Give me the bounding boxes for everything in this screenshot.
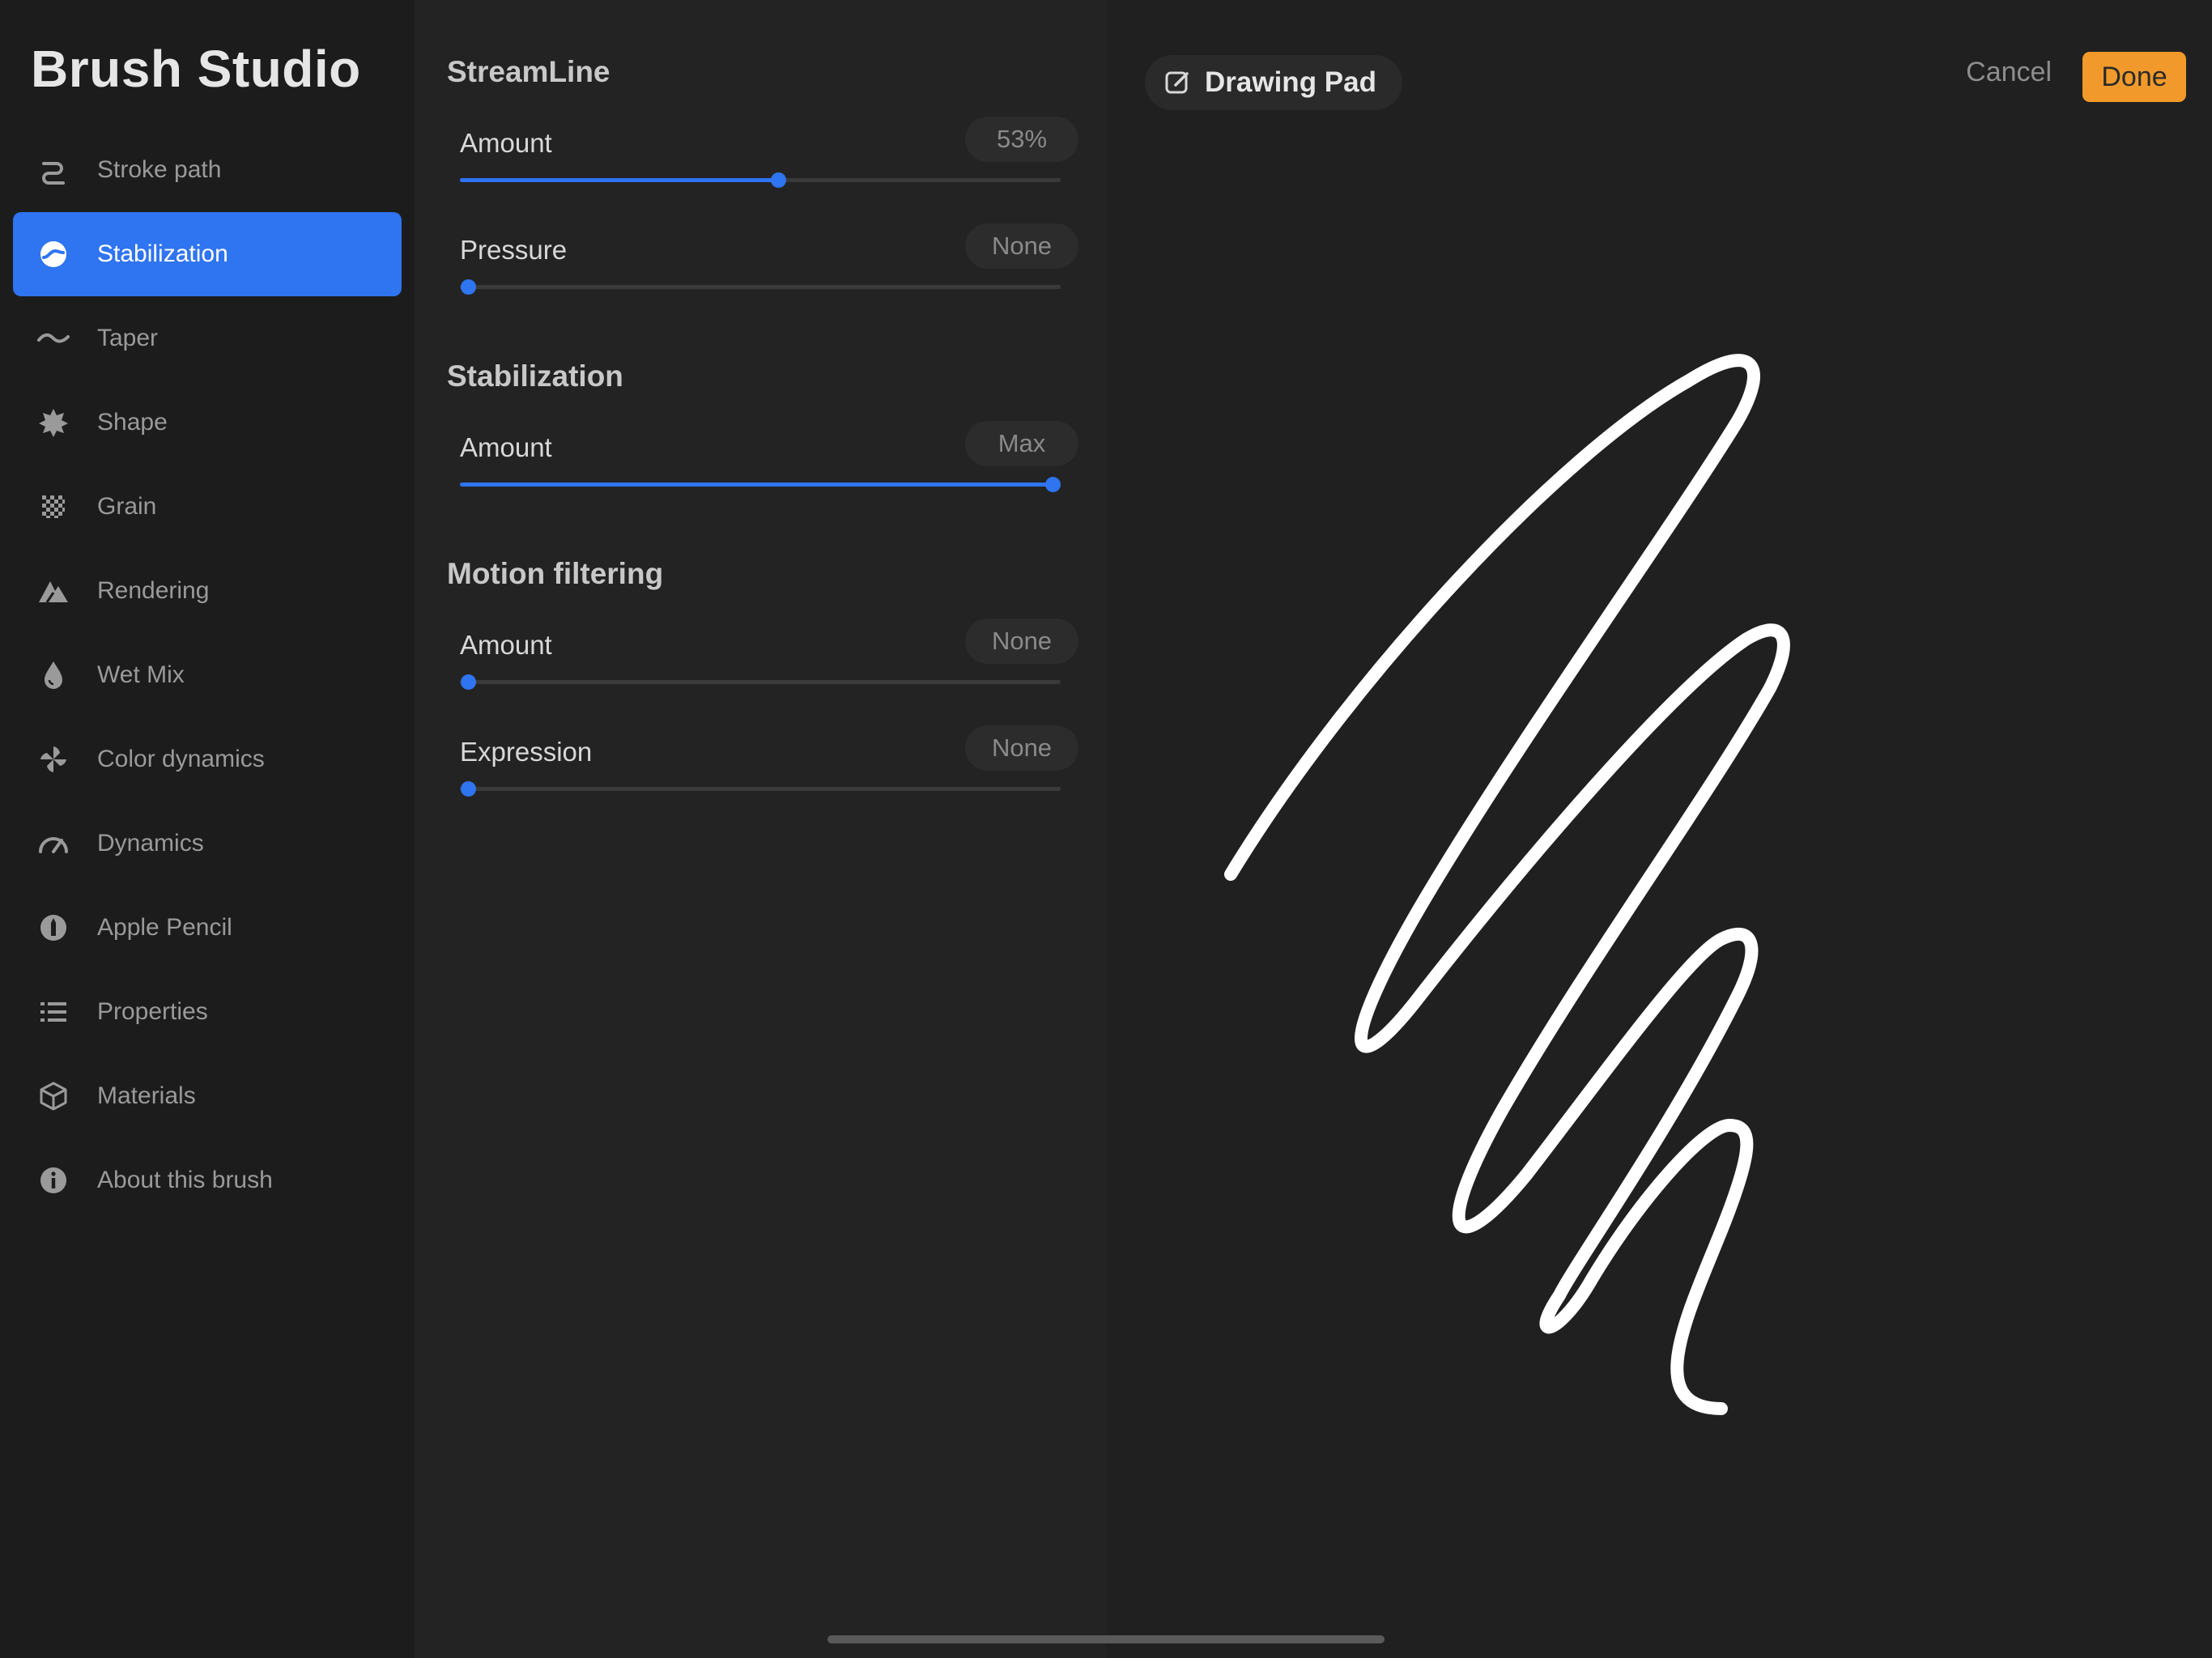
wet-mix-icon [37, 659, 70, 691]
stabilization-amount-slider[interactable] [460, 477, 1061, 492]
motion-expression-slider[interactable] [460, 781, 1061, 797]
value-pill[interactable]: 53% [965, 117, 1078, 162]
sidebar-item-stroke-path[interactable]: Stroke path [13, 128, 402, 212]
slider-knob[interactable] [1045, 477, 1061, 492]
setting-label: Pressure [460, 235, 568, 265]
sidebar-item-label: Apple Pencil [97, 914, 232, 941]
sidebar-item-label: Dynamics [97, 830, 204, 857]
sidebar-item-apple-pencil[interactable]: Apple Pencil [13, 886, 402, 970]
app-title: Brush Studio [31, 40, 361, 98]
info-icon [37, 1164, 70, 1197]
sidebar: Brush Studio Stroke path Stabilization T… [0, 0, 415, 1658]
sidebar-item-about-this-brush[interactable]: About this brush [13, 1138, 402, 1222]
slider-knob[interactable] [461, 781, 476, 797]
stabilization-amount-row: Amount Max [460, 421, 1078, 513]
slider-fill [460, 178, 778, 182]
motion-amount-row: Amount None [460, 619, 1078, 711]
brush-stroke-preview [1224, 354, 1790, 1415]
sidebar-item-label: Wet Mix [97, 661, 185, 688]
section-title-motion-filtering: Motion filtering [447, 557, 664, 590]
slider-knob[interactable] [771, 172, 786, 188]
sidebar-item-label: Grain [97, 493, 157, 520]
done-button[interactable]: Done [2082, 52, 2186, 102]
color-dynamics-icon [37, 743, 70, 776]
sidebar-item-label: Properties [97, 998, 208, 1025]
section-title-streamline: StreamLine [447, 55, 610, 88]
sidebar-item-label: Taper [97, 325, 159, 351]
stroke-path-icon [37, 154, 70, 186]
sidebar-item-label: Color dynamics [97, 746, 265, 772]
properties-icon [37, 996, 70, 1028]
taper-icon [37, 322, 70, 355]
setting-label: Amount [460, 630, 552, 660]
dynamics-icon [37, 827, 70, 860]
drawing-pad-title: Drawing Pad [1205, 66, 1376, 98]
drawing-pad-button[interactable]: Drawing Pad [1145, 55, 1402, 110]
sidebar-item-dynamics[interactable]: Dynamics [13, 801, 402, 886]
sidebar-nav: Stroke path Stabilization Taper Shape Gr… [13, 128, 402, 1222]
edit-icon [1165, 71, 1189, 94]
sidebar-item-taper[interactable]: Taper [13, 296, 402, 380]
sidebar-item-materials[interactable]: Materials [13, 1054, 402, 1138]
sidebar-item-label: Materials [97, 1082, 196, 1109]
setting-label: Amount [460, 432, 552, 462]
slider-fill [460, 483, 1053, 487]
home-indicator[interactable] [827, 1635, 1385, 1643]
section-title-stabilization: Stabilization [447, 359, 623, 393]
motion-amount-slider[interactable] [460, 674, 1061, 690]
sidebar-item-rendering[interactable]: Rendering [13, 549, 402, 633]
value-pill[interactable]: None [965, 619, 1078, 664]
slider-knob[interactable] [461, 279, 476, 295]
sidebar-item-color-dynamics[interactable]: Color dynamics [13, 717, 402, 801]
sidebar-item-stabilization[interactable]: Stabilization [13, 212, 402, 296]
sidebar-item-wet-mix[interactable]: Wet Mix [13, 633, 402, 717]
rendering-icon [37, 575, 70, 607]
sidebar-item-label: Stabilization [97, 240, 228, 267]
streamline-amount-row: Amount 53% [460, 117, 1078, 209]
value-pill[interactable]: Max [965, 421, 1078, 466]
cancel-button[interactable]: Cancel [1966, 57, 2052, 88]
apple-pencil-icon [37, 912, 70, 944]
sidebar-item-shape[interactable]: Shape [13, 380, 402, 465]
drawing-pad[interactable]: Drawing Pad Cancel Done [1106, 0, 2212, 1658]
setting-label: Amount [460, 128, 552, 158]
sidebar-item-label: About this brush [97, 1167, 273, 1193]
sidebar-item-grain[interactable]: Grain [13, 465, 402, 549]
value-pill[interactable]: None [965, 725, 1078, 771]
streamline-pressure-slider[interactable] [460, 279, 1061, 295]
settings-panel: StreamLine Amount 53% Pressure None Stab… [415, 0, 1106, 1658]
setting-label: Expression [460, 737, 593, 767]
materials-icon [37, 1080, 70, 1112]
streamline-pressure-row: Pressure None [460, 223, 1078, 316]
slider-knob[interactable] [461, 674, 476, 690]
grain-icon [37, 491, 70, 523]
motion-expression-row: Expression None [460, 725, 1078, 818]
stabilization-icon [37, 238, 70, 270]
streamline-amount-slider[interactable] [460, 172, 1061, 188]
sidebar-item-label: Shape [97, 409, 168, 436]
sidebar-item-label: Rendering [97, 577, 210, 604]
sidebar-item-label: Stroke path [97, 156, 222, 183]
shape-icon [37, 406, 70, 439]
sidebar-item-properties[interactable]: Properties [13, 970, 402, 1054]
value-pill[interactable]: None [965, 223, 1078, 269]
